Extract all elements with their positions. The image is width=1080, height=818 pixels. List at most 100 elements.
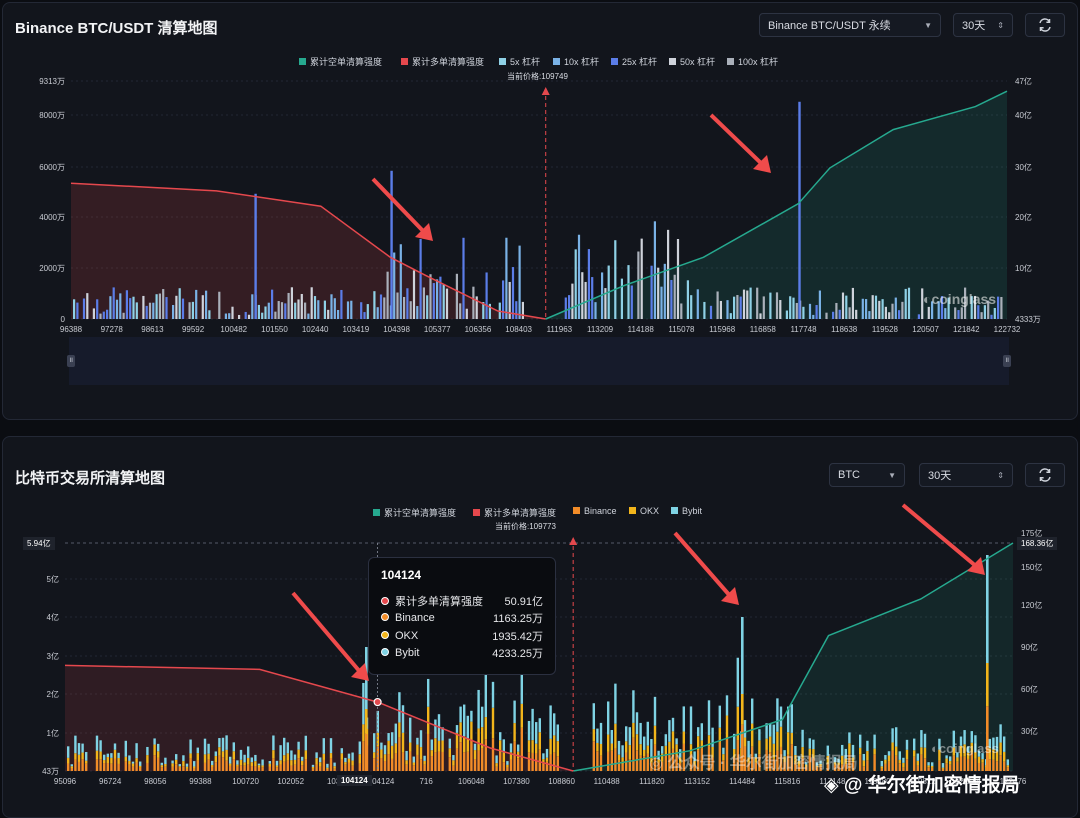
dot-icon bbox=[381, 648, 389, 657]
current-price-arrow-icon bbox=[541, 87, 550, 95]
x-tick: 102440 bbox=[302, 325, 329, 334]
bar-bybit bbox=[808, 738, 811, 749]
y-tick-right: 120亿 bbox=[1021, 600, 1042, 610]
bar bbox=[115, 299, 119, 319]
bar bbox=[660, 286, 663, 319]
bar-bybit bbox=[351, 752, 354, 761]
tooltip-row: Binance 1163.25万 bbox=[381, 610, 543, 628]
bar-okx bbox=[283, 755, 286, 762]
bar-okx bbox=[898, 759, 901, 764]
bar bbox=[894, 297, 897, 319]
bar-okx bbox=[549, 738, 552, 755]
bar-bybit bbox=[405, 750, 408, 761]
bar-bybit bbox=[495, 755, 498, 764]
bar-okx bbox=[484, 717, 487, 740]
bar-binance bbox=[268, 766, 271, 771]
bar-bybit bbox=[401, 705, 405, 733]
bar-bybit bbox=[326, 763, 329, 768]
bar-binance bbox=[481, 748, 484, 771]
bar-bybit bbox=[333, 762, 336, 767]
bar-bybit bbox=[553, 713, 556, 736]
bar-okx bbox=[290, 760, 293, 766]
bar bbox=[980, 312, 983, 319]
bar bbox=[261, 312, 264, 319]
bar-okx bbox=[527, 740, 531, 753]
bar bbox=[769, 292, 772, 319]
x-tick: 100720 bbox=[232, 777, 259, 786]
bar bbox=[901, 301, 904, 319]
bar-bybit bbox=[419, 730, 423, 748]
bar-okx bbox=[434, 738, 437, 753]
y-tick-left: 2000万 bbox=[39, 264, 65, 273]
bar-binance bbox=[182, 766, 185, 771]
bar-okx bbox=[311, 766, 315, 769]
bar-okx bbox=[779, 726, 783, 747]
bar bbox=[323, 300, 326, 319]
bar-okx bbox=[139, 765, 142, 768]
bar bbox=[129, 298, 132, 319]
bar-binance bbox=[895, 755, 898, 771]
bar bbox=[594, 302, 597, 319]
bar bbox=[251, 294, 254, 319]
bar-okx bbox=[531, 740, 534, 753]
bar-bybit bbox=[430, 739, 433, 751]
bar-binance bbox=[185, 768, 189, 771]
bar-binance bbox=[326, 769, 329, 771]
bar-okx bbox=[351, 760, 354, 766]
annotation-arrow-icon bbox=[371, 177, 427, 235]
bar bbox=[284, 303, 287, 319]
bar-bybit bbox=[689, 706, 693, 745]
bar-okx bbox=[887, 755, 891, 762]
bar-bybit bbox=[193, 761, 196, 767]
tooltip-row: Bybit 4233.25万 bbox=[381, 645, 543, 663]
range-slider[interactable]: ॥ ॥ bbox=[67, 337, 1011, 385]
y-tick-left: 8000万 bbox=[39, 111, 65, 120]
slider-handle-right[interactable]: ॥ bbox=[1003, 355, 1011, 367]
bar-binance bbox=[290, 765, 293, 771]
bar bbox=[142, 295, 145, 319]
bar-bybit bbox=[286, 742, 289, 754]
x-tick: 111820 bbox=[639, 777, 665, 786]
bar bbox=[775, 292, 779, 319]
bar bbox=[891, 303, 894, 319]
bar bbox=[1000, 296, 1003, 319]
bar bbox=[868, 311, 871, 319]
bar-okx bbox=[628, 745, 631, 760]
y-tick-right: 30亿 bbox=[1015, 162, 1032, 172]
slider-handle-left[interactable]: ॥ bbox=[67, 355, 75, 367]
bar-binance bbox=[499, 752, 502, 771]
bar bbox=[739, 296, 742, 319]
bar-binance bbox=[959, 756, 963, 771]
bar-binance bbox=[999, 755, 1002, 771]
y-tick-right: 60亿 bbox=[1021, 684, 1038, 694]
bar-okx bbox=[452, 760, 455, 766]
y-tick-left: 5亿 bbox=[47, 574, 59, 584]
bar-bybit bbox=[398, 692, 401, 723]
bar-binance bbox=[891, 750, 894, 771]
bar-bybit bbox=[725, 695, 729, 716]
bar-binance bbox=[178, 767, 181, 771]
bar bbox=[832, 311, 835, 319]
bar-okx bbox=[178, 766, 181, 768]
bar-okx bbox=[268, 763, 271, 767]
bar-bybit bbox=[124, 740, 127, 757]
bar bbox=[825, 312, 828, 319]
bar-bybit bbox=[247, 746, 250, 758]
bar-bybit bbox=[70, 764, 73, 767]
bar-okx bbox=[95, 750, 99, 760]
bar-bybit bbox=[527, 720, 531, 741]
bar bbox=[175, 295, 178, 319]
bar-okx bbox=[470, 721, 473, 742]
bar-bybit bbox=[790, 704, 793, 733]
x-tick: 108860 bbox=[548, 777, 575, 786]
x-tick: 108403 bbox=[505, 325, 532, 334]
tooltip-title: 104124 bbox=[381, 568, 422, 582]
x-tick: 122732 bbox=[994, 325, 1021, 334]
bar-bybit bbox=[185, 763, 189, 767]
bar-okx bbox=[916, 760, 919, 766]
bar-binance bbox=[124, 761, 127, 771]
bar-okx bbox=[430, 750, 433, 757]
bar-binance bbox=[203, 762, 207, 771]
bar-bybit bbox=[146, 746, 149, 756]
bar bbox=[703, 301, 706, 319]
